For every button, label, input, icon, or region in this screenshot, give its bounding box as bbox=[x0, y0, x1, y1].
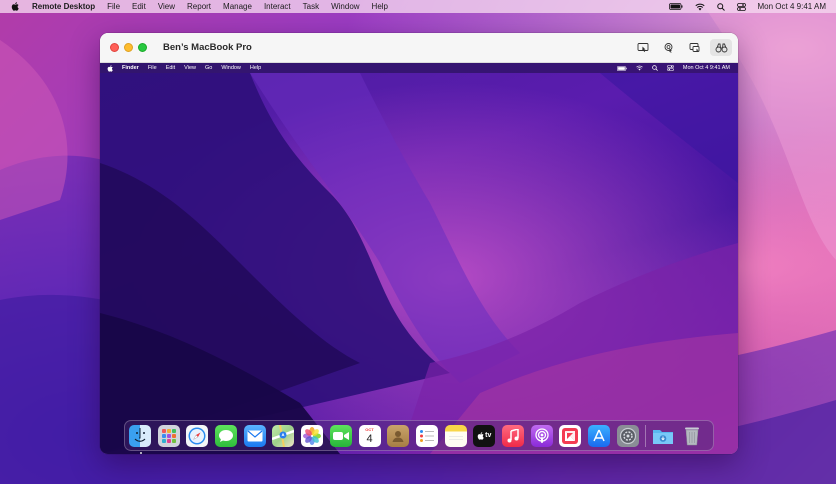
menu-edit[interactable]: Edit bbox=[132, 0, 146, 13]
finder-running-indicator bbox=[140, 452, 142, 454]
menu-window[interactable]: Window bbox=[331, 0, 359, 13]
control-center-icon[interactable] bbox=[736, 2, 746, 11]
remote-menu-file[interactable]: File bbox=[148, 65, 157, 71]
minimize-window-button[interactable] bbox=[124, 43, 133, 52]
traffic-lights bbox=[110, 43, 152, 52]
menu-report[interactable]: Report bbox=[187, 0, 211, 13]
binoculars-icon bbox=[715, 43, 727, 52]
remote-desktop-window: Ben’s MacBook Pro Finder File Edit View … bbox=[100, 33, 738, 454]
dock-news-icon[interactable] bbox=[559, 424, 582, 447]
remote-screen[interactable]: Finder File Edit View Go Window Help Mon… bbox=[100, 63, 738, 454]
dock-maps-icon[interactable] bbox=[272, 424, 295, 447]
remote-menu-window[interactable]: Window bbox=[221, 65, 241, 71]
close-window-button[interactable] bbox=[110, 43, 119, 52]
wifi-icon[interactable] bbox=[694, 3, 705, 11]
dock-messages-icon[interactable] bbox=[215, 424, 238, 447]
remote-wifi-icon[interactable] bbox=[636, 65, 643, 71]
remote-menu-app-name[interactable]: Finder bbox=[122, 65, 139, 71]
battery-icon[interactable] bbox=[668, 3, 683, 10]
menu-help[interactable]: Help bbox=[372, 0, 388, 13]
menu-view[interactable]: View bbox=[158, 0, 175, 13]
menu-bar-clock[interactable]: Mon Oct 4 9:41 AM bbox=[758, 2, 826, 11]
dock-photos-icon[interactable] bbox=[301, 424, 324, 447]
share-screen-button[interactable] bbox=[684, 39, 706, 56]
dock-contacts-icon[interactable] bbox=[387, 424, 410, 447]
remote-wallpaper bbox=[100, 63, 738, 454]
remote-menu-bar-clock[interactable]: Mon Oct 4 9:41 AM bbox=[683, 65, 730, 71]
dock-system-preferences-icon[interactable] bbox=[616, 424, 639, 447]
dock-tv-icon[interactable]: tv bbox=[473, 424, 496, 447]
remote-apple-menu-icon[interactable] bbox=[107, 64, 113, 72]
share-screen-icon bbox=[689, 42, 700, 52]
dock-separator bbox=[645, 424, 647, 447]
dock-launchpad-icon[interactable] bbox=[157, 424, 180, 447]
host-menu-bar: Remote Desktop File Edit View Report Man… bbox=[0, 0, 836, 13]
observe-button[interactable] bbox=[710, 39, 732, 56]
dock-downloads-folder-icon[interactable] bbox=[652, 425, 674, 447]
control-screen-icon bbox=[637, 42, 649, 52]
menu-task[interactable]: Task bbox=[303, 0, 319, 13]
remote-menu-edit[interactable]: Edit bbox=[166, 65, 175, 71]
menu-app-name[interactable]: Remote Desktop bbox=[32, 0, 95, 13]
control-screen-button[interactable] bbox=[632, 39, 654, 56]
dock: OCT 4 tv bbox=[124, 420, 714, 451]
dock-notes-icon[interactable] bbox=[444, 424, 467, 447]
dock-reminders-icon[interactable] bbox=[415, 424, 438, 447]
apple-menu-icon[interactable] bbox=[11, 2, 21, 12]
dock-mail-icon[interactable] bbox=[243, 424, 266, 447]
dock-trash-icon[interactable] bbox=[681, 425, 703, 447]
remote-menu-bar: Finder File Edit View Go Window Help Mon… bbox=[100, 63, 738, 73]
remote-menu-help[interactable]: Help bbox=[250, 65, 261, 71]
remote-control-center-icon[interactable] bbox=[667, 65, 674, 71]
menu-manage[interactable]: Manage bbox=[223, 0, 252, 13]
menu-file[interactable]: File bbox=[107, 0, 120, 13]
dock-music-icon[interactable] bbox=[501, 424, 524, 447]
remote-spotlight-icon[interactable] bbox=[652, 65, 658, 71]
menu-interact[interactable]: Interact bbox=[264, 0, 291, 13]
dock-calendar-icon[interactable]: OCT 4 bbox=[358, 424, 381, 447]
curtain-button[interactable] bbox=[658, 39, 680, 56]
curtain-icon bbox=[664, 42, 673, 53]
remote-menu-go[interactable]: Go bbox=[205, 65, 212, 71]
remote-battery-icon[interactable] bbox=[617, 65, 627, 71]
spotlight-search-icon[interactable] bbox=[716, 2, 725, 11]
remote-menu-view[interactable]: View bbox=[184, 65, 196, 71]
dock-safari-icon[interactable] bbox=[186, 424, 209, 447]
dock-app-store-icon[interactable] bbox=[588, 424, 610, 447]
dock-facetime-icon[interactable] bbox=[329, 424, 352, 447]
calendar-day: 4 bbox=[366, 433, 373, 445]
zoom-window-button[interactable] bbox=[138, 43, 147, 52]
dock-podcasts-icon[interactable] bbox=[530, 424, 553, 447]
window-toolbar bbox=[628, 39, 732, 56]
dock-finder-icon[interactable] bbox=[129, 424, 151, 447]
tv-label: tv bbox=[485, 432, 492, 439]
window-titlebar[interactable]: Ben’s MacBook Pro bbox=[100, 33, 738, 63]
window-title: Ben’s MacBook Pro bbox=[163, 42, 252, 53]
